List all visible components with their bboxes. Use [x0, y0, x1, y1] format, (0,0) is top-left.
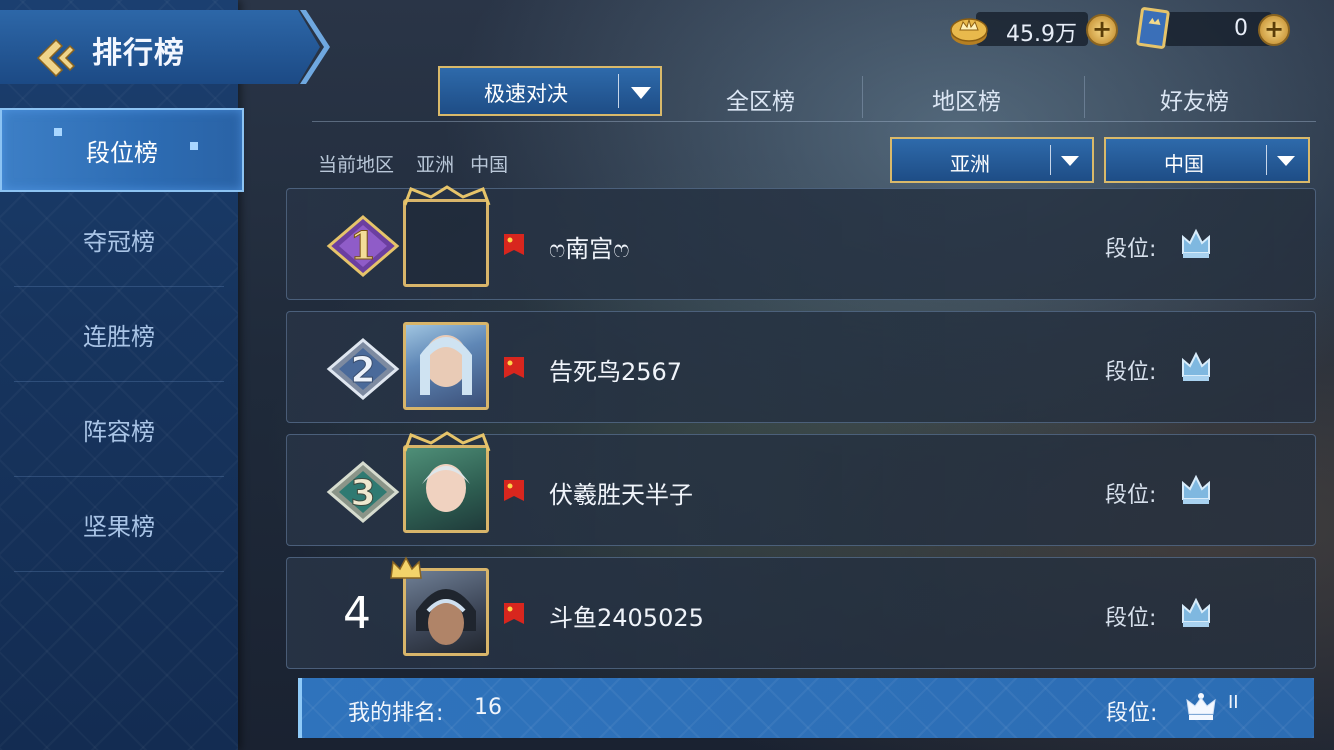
avatar[interactable]: [403, 568, 489, 656]
rank-number: 4: [343, 588, 371, 639]
tab-region[interactable]: 地区榜: [932, 82, 1001, 116]
queen-tier-icon: [1186, 693, 1216, 720]
chevron-down-icon[interactable]: [630, 86, 652, 100]
sidebar-item-champion[interactable]: 夺冠榜: [14, 192, 224, 287]
add-gold-button[interactable]: +: [1086, 14, 1118, 46]
tier-label: 段位:: [1105, 606, 1157, 631]
china-flag-icon: [504, 480, 524, 501]
china-flag-icon: [504, 357, 524, 378]
sidebar-nav: 段位榜 夺冠榜 连胜榜 阵容榜 坚果榜: [0, 108, 244, 572]
sidebar-item-label: 阵容榜: [83, 417, 155, 446]
divider: [1084, 76, 1085, 118]
gold-value: 45.9万: [1006, 22, 1077, 47]
sidebar-item-label: 坚果榜: [83, 512, 155, 541]
avatar[interactable]: [403, 199, 489, 287]
divider: [862, 76, 863, 118]
crown-tier-icon: [1182, 474, 1210, 504]
sidebar-item-label: 夺冠榜: [83, 227, 155, 256]
ticket-value: 0: [1234, 16, 1248, 41]
sidebar-item-nuts[interactable]: 坚果榜: [14, 477, 224, 572]
add-ticket-button[interactable]: +: [1258, 14, 1290, 46]
back-arrow-icon[interactable]: [30, 36, 76, 80]
continent-select[interactable]: 亚洲: [890, 137, 1094, 183]
sidebar-item-label: 连胜榜: [83, 322, 155, 351]
sidebar-item-lineup[interactable]: 阵容榜: [14, 382, 224, 477]
rank-number: 1: [350, 223, 376, 268]
chevron-down-icon[interactable]: [1276, 155, 1296, 167]
rank-3-badge-icon: 3: [326, 461, 400, 523]
country-select-value: 中国: [1164, 152, 1204, 176]
mode-select[interactable]: 极速对决: [438, 66, 662, 116]
china-flag-icon: [504, 234, 524, 255]
decor-dot: [190, 142, 198, 150]
my-rank-label: 我的排名:: [348, 701, 444, 726]
tier-label: 段位:: [1105, 483, 1157, 508]
country-select[interactable]: 中国: [1104, 137, 1310, 183]
leaderboard-row[interactable]: 1 ෆ南宫ෆ 段位:: [286, 185, 1316, 300]
rank-2-badge-icon: 2: [326, 338, 400, 400]
crown-icon: [390, 556, 422, 579]
avatar[interactable]: [403, 322, 489, 410]
continent-select-value: 亚洲: [950, 152, 990, 176]
sidebar: 段位榜 夺冠榜 连胜榜 阵容榜 坚果榜: [0, 0, 244, 750]
divider: [1050, 145, 1051, 175]
crown-tier-icon: [1182, 597, 1210, 627]
tier-label: 段位:: [1106, 701, 1158, 726]
frame-top-icon: [403, 185, 491, 206]
current-region: 当前地区 亚洲 中国: [318, 150, 508, 177]
tier-label: 段位:: [1105, 237, 1157, 262]
current-region-continent: 亚洲: [416, 154, 455, 176]
ticket-currency: [1164, 12, 1272, 46]
my-rank-value: 16: [474, 695, 502, 720]
leaderboard-row[interactable]: 4 斗鱼2405025 段位:: [286, 556, 1316, 669]
mode-select-value: 极速对决: [484, 82, 568, 106]
sidebar-item-label: 段位榜: [86, 138, 158, 167]
page-title: 排行榜: [92, 36, 185, 71]
gold-coin-icon: [950, 18, 988, 45]
player-name: 伏羲胜天半子: [549, 481, 693, 509]
current-region-label: 当前地区: [318, 154, 395, 176]
china-flag-icon: [504, 603, 524, 624]
divider: [1266, 145, 1267, 175]
tab-underline: [312, 121, 1316, 122]
hero-portrait-icon: [416, 589, 476, 645]
frame-top-icon: [403, 431, 491, 452]
rank-1-badge-icon: 1: [326, 215, 400, 277]
sidebar-item-win-streak[interactable]: 连胜榜: [14, 287, 224, 382]
decor-dot: [54, 128, 62, 136]
my-rank-bar: 我的排名: 16 段位: II: [298, 678, 1314, 738]
hero-portrait-icon: [420, 335, 472, 395]
sidebar-item-rank-tier[interactable]: 段位榜: [0, 108, 244, 192]
divider: [618, 74, 619, 108]
tab-friends[interactable]: 好友榜: [1160, 82, 1229, 116]
player-name: ෆ南宫ෆ: [549, 235, 630, 263]
chevron-down-icon[interactable]: [1060, 155, 1080, 167]
crown-tier-icon: [1182, 351, 1210, 381]
leaderboard-row[interactable]: 2 告死鸟2567 段位:: [286, 311, 1316, 423]
player-name: 告死鸟2567: [549, 358, 683, 386]
tier-level: II: [1228, 692, 1239, 713]
current-region-country: 中国: [470, 154, 509, 176]
tier-label: 段位:: [1105, 360, 1157, 385]
ticket-icon: [1136, 7, 1170, 49]
rank-number: 2: [350, 350, 375, 391]
tab-all-region[interactable]: 全区榜: [726, 82, 795, 116]
leaderboard-row[interactable]: 3 伏羲胜天半子 段位:: [286, 431, 1316, 546]
crown-tier-icon: [1182, 228, 1210, 258]
player-name: 斗鱼2405025: [549, 604, 704, 632]
rank-number: 3: [350, 473, 375, 514]
hero-portrait-icon: [422, 464, 470, 512]
avatar[interactable]: [403, 445, 489, 533]
